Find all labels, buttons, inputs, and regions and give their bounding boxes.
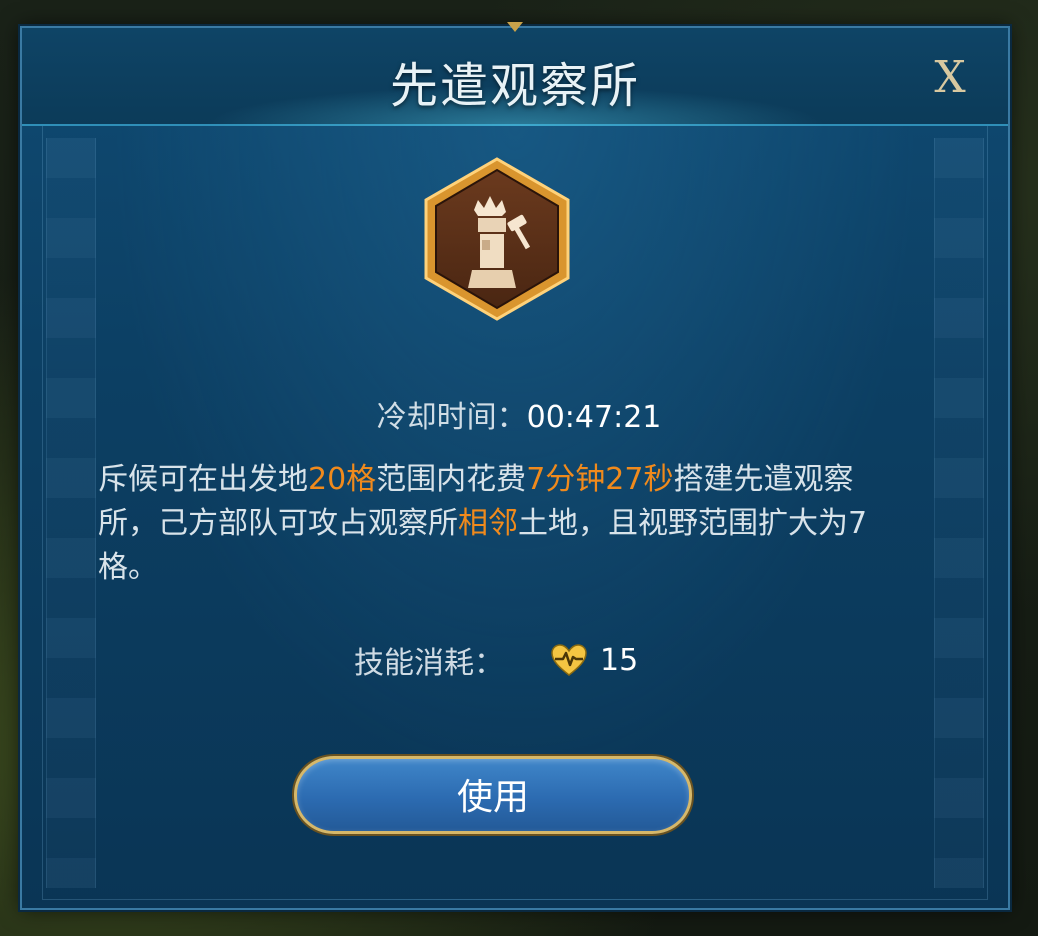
use-button[interactable]: 使用 xyxy=(294,756,692,834)
description-highlight: 20格 xyxy=(308,462,377,497)
cost-value: 15 xyxy=(600,642,639,678)
description-highlight: 相邻 xyxy=(458,506,518,541)
close-button[interactable]: X xyxy=(928,56,972,100)
skill-cost-row: 技能消耗： 15 xyxy=(354,640,639,682)
header-notch xyxy=(507,22,523,32)
description-text: 斥候可在出发地 xyxy=(98,462,308,497)
cooldown-value: 00:47:21 xyxy=(526,400,662,435)
cost-label: 技能消耗： xyxy=(354,646,504,681)
heart-pulse-icon xyxy=(551,644,587,676)
description-highlight: 7分钟27秒 xyxy=(526,462,674,497)
cooldown-row: 冷却时间：00:47:21 xyxy=(0,392,1038,436)
skill-description: 斥候可在出发地20格范围内花费7分钟27秒搭建先遣观察所，己方部队可攻占观察所相… xyxy=(98,458,898,590)
dialog-header: 先遣观察所 X xyxy=(22,22,1008,126)
cooldown-label: 冷却时间： xyxy=(376,400,527,435)
description-text: 范围内花费 xyxy=(376,462,527,497)
watchtower-hammer-icon xyxy=(424,157,570,321)
dialog-title: 先遣观察所 xyxy=(389,58,640,114)
